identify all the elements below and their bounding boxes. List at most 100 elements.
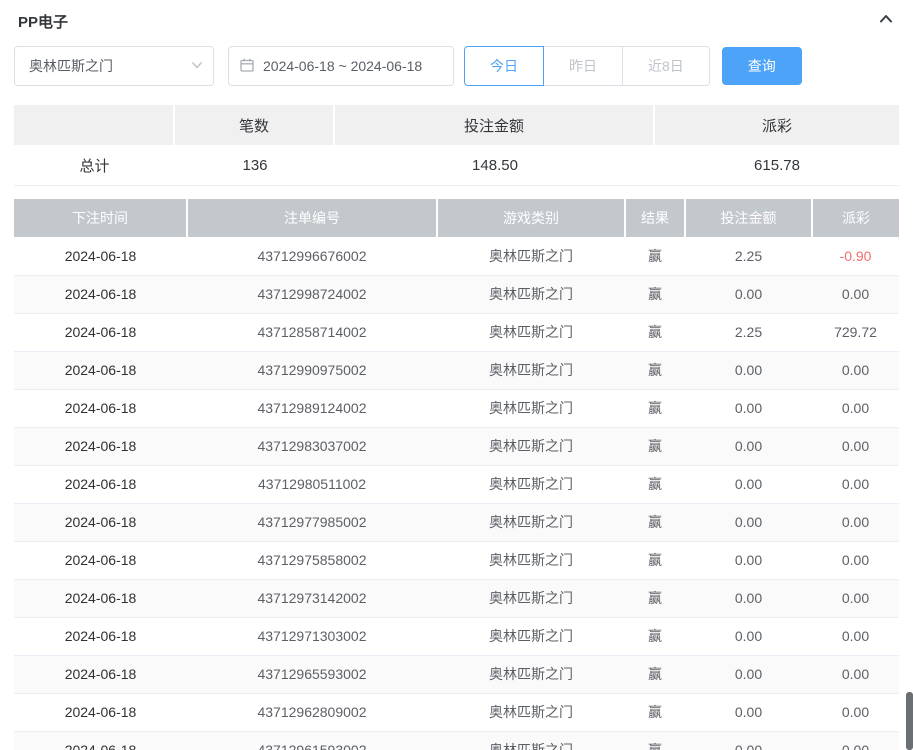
collapse-button[interactable] [877,11,895,32]
result-cell: 赢 [625,579,685,617]
column-result: 结果 [625,199,685,237]
bet-amount-cell: 0.00 [685,731,812,750]
date-range-input[interactable]: 2024-06-18 ~ 2024-06-18 [228,46,454,86]
order-id-cell: 43712975858002 [187,541,437,579]
summary-header-row: 笔数 投注金额 派彩 [14,105,899,145]
payout-cell: 0.00 [812,579,899,617]
result-cell: 赢 [625,655,685,693]
bet-amount-cell: 0.00 [685,541,812,579]
summary-table: 笔数 投注金额 派彩 总计 136 148.50 615.78 [14,105,899,186]
table-row: 2024-06-1843712962809002奥林匹斯之门赢0.000.00 [14,693,899,731]
order-id-cell: 43712980511002 [187,465,437,503]
calendar-icon [239,57,255,76]
order-id-cell: 43712965593002 [187,655,437,693]
order-id-cell: 43712998724002 [187,275,437,313]
bet-amount-cell: 2.25 [685,313,812,351]
order-id-cell: 43712989124002 [187,389,437,427]
order-id-cell: 43712973142002 [187,579,437,617]
result-cell: 赢 [625,313,685,351]
bet-amount-cell: 0.00 [685,465,812,503]
summary-total-payout: 615.78 [655,145,899,186]
table-row: 2024-06-1843712983037002奥林匹斯之门赢0.000.00 [14,427,899,465]
table-row: 2024-06-1843712990975002奥林匹斯之门赢0.000.00 [14,351,899,389]
result-cell: 赢 [625,275,685,313]
game-type-cell: 奥林匹斯之门 [437,541,625,579]
table-row: 2024-06-1843712975858002奥林匹斯之门赢0.000.00 [14,541,899,579]
payout-cell: 0.00 [812,427,899,465]
bet-amount-cell: 0.00 [685,579,812,617]
game-type-cell: 奥林匹斯之门 [437,427,625,465]
result-cell: 赢 [625,617,685,655]
game-type-cell: 奥林匹斯之门 [437,389,625,427]
result-cell: 赢 [625,465,685,503]
bet-time-cell: 2024-06-18 [14,389,187,427]
payout-cell: 0.00 [812,655,899,693]
bet-time-cell: 2024-06-18 [14,503,187,541]
order-id-cell: 43712990975002 [187,351,437,389]
payout-cell: 0.00 [812,389,899,427]
bet-time-cell: 2024-06-18 [14,693,187,731]
last-8-days-button[interactable]: 近8日 [622,46,710,86]
table-row: 2024-06-1843712973142002奥林匹斯之门赢0.000.00 [14,579,899,617]
bet-time-cell: 2024-06-18 [14,275,187,313]
page-title: PP电子 [18,11,68,32]
table-row: 2024-06-1843712977985002奥林匹斯之门赢0.000.00 [14,503,899,541]
chevron-down-icon [191,58,203,74]
summary-total-count: 136 [175,145,335,186]
game-type-cell: 奥林匹斯之门 [437,351,625,389]
summary-header-count: 笔数 [175,105,335,145]
game-type-cell: 奥林匹斯之门 [437,617,625,655]
table-row: 2024-06-1843712989124002奥林匹斯之门赢0.000.00 [14,389,899,427]
bet-time-cell: 2024-06-18 [14,579,187,617]
pp-electronic-panel: PP电子 奥林匹斯之门 2024-06-18 ~ 2024- [0,0,913,750]
panel-header: PP电子 [14,8,899,34]
order-id-cell: 43712961593002 [187,731,437,750]
game-type-cell: 奥林匹斯之门 [437,313,625,351]
yesterday-button[interactable]: 昨日 [543,46,623,86]
game-select[interactable]: 奥林匹斯之门 [14,46,214,86]
table-row: 2024-06-1843712971303002奥林匹斯之门赢0.000.00 [14,617,899,655]
bet-table-header: 下注时间 注单编号 游戏类别 结果 投注金额 派彩 [14,199,899,237]
vertical-scrollbar-thumb[interactable] [906,692,913,750]
table-row: 2024-06-1843712998724002奥林匹斯之门赢0.000.00 [14,275,899,313]
result-cell: 赢 [625,693,685,731]
summary-total-label: 总计 [14,145,175,186]
order-id-cell: 43712962809002 [187,693,437,731]
bet-time-cell: 2024-06-18 [14,465,187,503]
bet-amount-cell: 0.00 [685,503,812,541]
game-type-cell: 奥林匹斯之门 [437,237,625,275]
game-type-cell: 奥林匹斯之门 [437,693,625,731]
search-button[interactable]: 查询 [722,47,802,85]
result-cell: 赢 [625,503,685,541]
chevron-up-icon [877,11,895,32]
payout-cell: 0.00 [812,617,899,655]
bet-amount-cell: 0.00 [685,693,812,731]
summary-total-row: 总计 136 148.50 615.78 [14,145,899,186]
filter-bar: 奥林匹斯之门 2024-06-18 ~ 2024-06-18 今日 昨日 近8日… [14,46,899,86]
bet-amount-cell: 0.00 [685,389,812,427]
table-row: 2024-06-1843712996676002奥林匹斯之门赢2.25-0.90 [14,237,899,275]
table-row: 2024-06-1843712980511002奥林匹斯之门赢0.000.00 [14,465,899,503]
payout-cell: -0.90 [812,237,899,275]
result-cell: 赢 [625,351,685,389]
game-type-cell: 奥林匹斯之门 [437,731,625,750]
bet-time-cell: 2024-06-18 [14,427,187,465]
result-cell: 赢 [625,541,685,579]
payout-cell: 0.00 [812,731,899,750]
bet-table: 下注时间 注单编号 游戏类别 结果 投注金额 派彩 2024-06-184371… [14,199,899,750]
column-bet-time: 下注时间 [14,199,187,237]
result-cell: 赢 [625,237,685,275]
bet-amount-cell: 0.00 [685,655,812,693]
order-id-cell: 43712977985002 [187,503,437,541]
game-type-cell: 奥林匹斯之门 [437,465,625,503]
bet-amount-cell: 0.00 [685,427,812,465]
summary-total-bet-amount: 148.50 [335,145,655,186]
result-cell: 赢 [625,427,685,465]
payout-cell: 0.00 [812,465,899,503]
payout-cell: 729.72 [812,313,899,351]
bet-amount-cell: 0.00 [685,275,812,313]
column-game-type: 游戏类别 [437,199,625,237]
column-bet-amount: 投注金额 [685,199,812,237]
payout-cell: 0.00 [812,693,899,731]
today-button[interactable]: 今日 [464,46,544,86]
